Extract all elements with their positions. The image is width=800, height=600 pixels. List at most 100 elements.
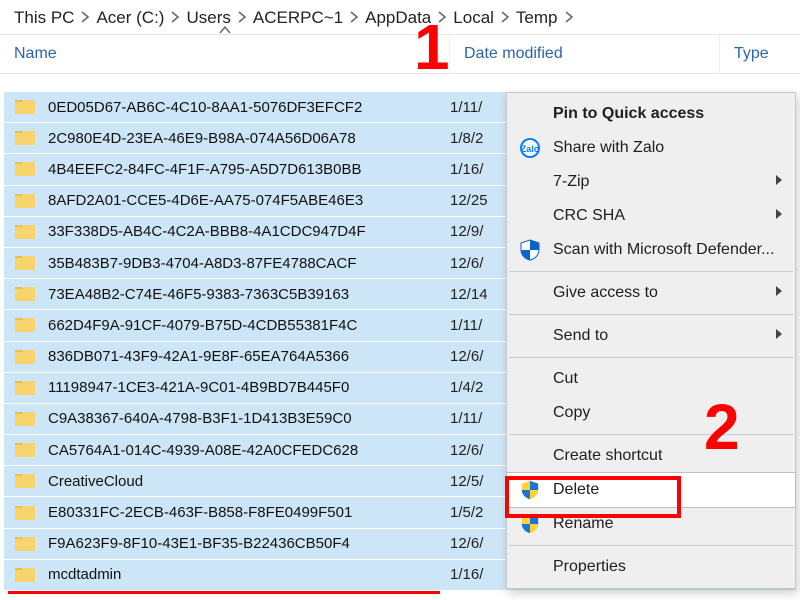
menu-icon-placeholder: [517, 402, 543, 424]
folder-icon: [14, 471, 36, 491]
menu-item-label: Share with Zalo: [553, 139, 664, 157]
folder-icon: [14, 222, 36, 242]
chevron-right-icon: [775, 284, 783, 302]
menu-separator: [509, 545, 793, 546]
folder-icon: [14, 409, 36, 429]
breadcrumb-segment[interactable]: AppData: [361, 6, 435, 30]
menu-item-label: Pin to Quick access: [553, 105, 704, 123]
menu-item-defender-scan[interactable]: Scan with Microsoft Defender...: [507, 233, 795, 267]
file-name: CreativeCloud: [48, 473, 444, 490]
menu-item-label: Copy: [553, 404, 590, 422]
menu-item-create-shortcut[interactable]: Create shortcut: [507, 439, 795, 473]
file-name: 8AFD2A01-CCE5-4D6E-AA75-074F5ABE46E3: [48, 192, 444, 209]
menu-item-cut[interactable]: Cut: [507, 362, 795, 396]
file-name: 35B483B7-9DB3-4704-A8D3-87FE4788CACF: [48, 255, 444, 272]
menu-icon-placeholder: [517, 325, 543, 347]
menu-item-properties[interactable]: Properties: [507, 550, 795, 584]
column-header-type-label: Type: [734, 45, 769, 62]
shield-icon: [517, 513, 543, 535]
file-name: 2C980E4D-23EA-46E9-B98A-074A56D06A78: [48, 130, 444, 147]
column-header-date[interactable]: Date modified: [450, 35, 720, 73]
file-name: C9A38367-640A-4798-B3F1-1D413B3E59C0: [48, 410, 444, 427]
menu-item-copy[interactable]: Copy: [507, 396, 795, 430]
menu-item-label: Properties: [553, 558, 626, 576]
folder-icon: [14, 159, 36, 179]
folder-icon: [14, 97, 36, 117]
menu-separator: [509, 434, 793, 435]
menu-item-rename[interactable]: Rename: [507, 507, 795, 541]
defender-icon: [517, 239, 543, 261]
folder-icon: [14, 284, 36, 304]
chevron-right-icon: [564, 8, 574, 28]
file-name: 662D4F9A-91CF-4079-B75D-4CDB55381F4C: [48, 317, 444, 334]
menu-icon-placeholder: [517, 556, 543, 578]
column-header-name[interactable]: Name: [0, 35, 450, 73]
file-name: 4B4EEFC2-84FC-4F1F-A795-A5D7D613B0BB: [48, 161, 444, 178]
menu-item-label: Delete: [553, 481, 599, 499]
menu-icon-placeholder: [517, 171, 543, 193]
breadcrumb-segment[interactable]: Temp: [512, 6, 562, 30]
folder-icon: [14, 378, 36, 398]
folder-icon: [14, 191, 36, 211]
breadcrumb-segment[interactable]: Acer (C:): [92, 6, 168, 30]
breadcrumb[interactable]: This PCAcer (C:)UsersACERPC~1AppDataLoca…: [0, 0, 800, 34]
file-name: mcdtadmin: [48, 566, 444, 583]
menu-item-label: Rename: [553, 515, 613, 533]
chevron-right-icon: [170, 8, 180, 28]
menu-item-label: Send to: [553, 327, 608, 345]
column-header-name-label: Name: [14, 45, 57, 62]
menu-separator: [509, 357, 793, 358]
folder-icon: [14, 440, 36, 460]
column-header-type[interactable]: Type: [720, 35, 800, 73]
file-name: 836DB071-43F9-42A1-9E8F-65EA764A5366: [48, 348, 444, 365]
chevron-right-icon: [437, 8, 447, 28]
menu-icon-placeholder: [517, 103, 543, 125]
menu-item-crc-sha[interactable]: CRC SHA: [507, 199, 795, 233]
chevron-right-icon: [775, 327, 783, 345]
chevron-right-icon: [775, 173, 783, 191]
folder-icon: [14, 534, 36, 554]
zalo-icon: Zalo: [517, 137, 543, 159]
chevron-right-icon: [349, 8, 359, 28]
column-header-date-label: Date modified: [464, 45, 563, 62]
menu-item-share-zalo[interactable]: Zalo Share with Zalo: [507, 131, 795, 165]
svg-text:Zalo: Zalo: [521, 144, 540, 154]
menu-item-7zip[interactable]: 7-Zip: [507, 165, 795, 199]
shield-icon: [517, 479, 543, 501]
folder-icon: [14, 315, 36, 335]
chevron-right-icon: [80, 8, 90, 28]
menu-item-pin-quick-access[interactable]: Pin to Quick access: [507, 97, 795, 131]
breadcrumb-segment[interactable]: ACERPC~1: [249, 6, 347, 30]
sort-ascending-icon: [219, 21, 231, 39]
folder-icon: [14, 503, 36, 523]
chevron-right-icon: [500, 8, 510, 28]
column-headers: Name Date modified Type: [0, 34, 800, 74]
menu-item-label: Cut: [553, 370, 578, 388]
menu-item-delete[interactable]: Delete: [507, 473, 795, 507]
menu-icon-placeholder: [517, 282, 543, 304]
folder-icon: [14, 347, 36, 367]
folder-icon: [14, 128, 36, 148]
context-menu[interactable]: Pin to Quick access Zalo Share with Zalo 7-…: [506, 92, 796, 589]
file-name: CA5764A1-014C-4939-A08E-42A0CFEDC628: [48, 442, 444, 459]
menu-icon-placeholder: [517, 368, 543, 390]
file-name: 33F338D5-AB4C-4C2A-BBB8-4A1CDC947D4F: [48, 223, 444, 240]
breadcrumb-segment[interactable]: Local: [449, 6, 498, 30]
menu-item-label: Give access to: [553, 284, 658, 302]
folder-icon: [14, 253, 36, 273]
menu-item-label: 7-Zip: [553, 173, 589, 191]
menu-separator: [509, 271, 793, 272]
chevron-right-icon: [775, 207, 783, 225]
file-name: 0ED05D67-AB6C-4C10-8AA1-5076DF3EFCF2: [48, 99, 444, 116]
file-name: F9A623F9-8F10-43E1-BF35-B22436CB50F4: [48, 535, 444, 552]
menu-item-label: CRC SHA: [553, 207, 625, 225]
file-name: E80331FC-2ECB-463F-B858-F8FE0499F501: [48, 504, 444, 521]
menu-icon-placeholder: [517, 445, 543, 467]
file-name: 11198947-1CE3-421A-9C01-4B9BD7B445F0: [48, 379, 444, 396]
menu-item-send-to[interactable]: Send to: [507, 319, 795, 353]
breadcrumb-segment[interactable]: This PC: [10, 6, 78, 30]
menu-item-give-access[interactable]: Give access to: [507, 276, 795, 310]
chevron-right-icon: [237, 8, 247, 28]
menu-separator: [509, 314, 793, 315]
menu-item-label: Scan with Microsoft Defender...: [553, 241, 774, 259]
